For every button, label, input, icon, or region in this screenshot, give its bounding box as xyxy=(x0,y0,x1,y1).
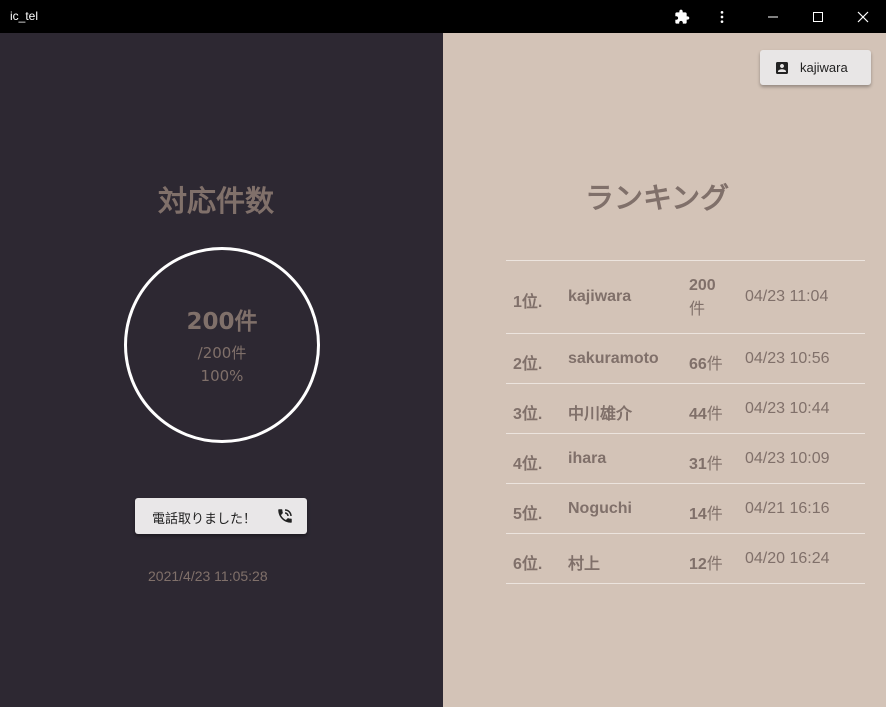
call-received-button-label: 電話取りました！ xyxy=(152,512,257,527)
ranking-count-unit: 件 xyxy=(706,456,723,473)
count-percent: 100% xyxy=(200,366,244,385)
account-box-icon xyxy=(774,60,790,80)
ranking-count-value: 66 xyxy=(689,356,707,373)
phone-callback-icon xyxy=(276,507,294,529)
ranking-time: 04/23 10:09 xyxy=(745,450,830,467)
ranking-count-unit: 件 xyxy=(706,406,723,423)
ranking-count-unit: 件 xyxy=(689,301,706,318)
user-button-label: kajiwara xyxy=(800,60,848,75)
ranking-name: 村上 xyxy=(568,556,601,573)
ranking-name: sakuramoto xyxy=(568,350,659,367)
ranking-count-value: 44 xyxy=(689,406,707,423)
progress-circle: 200件 /200件 100% xyxy=(124,247,320,443)
ranking-time: 04/21 16:16 xyxy=(745,500,830,517)
maximize-icon[interactable] xyxy=(795,0,841,33)
ranking-name: ihara xyxy=(568,450,607,467)
ranking-position: 2位. xyxy=(513,356,543,373)
ranking-count: 12件 xyxy=(689,550,737,574)
ranking-row: 1位. kajiwara 200 件 04/23 11:04 xyxy=(506,261,865,334)
ranking-row: 5位. Noguchi 14件 04/21 16:16 xyxy=(506,484,865,534)
left-panel: 対応件数 200件 /200件 100% 電話取りました！ 2021/4/23 … xyxy=(0,33,443,707)
ranking-count-value: 31 xyxy=(689,456,707,473)
ranking-count-unit: 件 xyxy=(706,556,723,573)
current-datetime: 2021/4/23 11:05:28 xyxy=(148,568,268,584)
progress-circle-content: 200件 /200件 100% xyxy=(127,250,317,440)
minimize-icon[interactable] xyxy=(750,0,796,33)
ranking-count: 66件 xyxy=(689,350,737,374)
user-button[interactable]: kajiwara xyxy=(760,50,871,85)
ranking-count-value: 12 xyxy=(689,556,707,573)
ranking-count: 14件 xyxy=(689,500,737,524)
call-received-button[interactable]: 電話取りました！ xyxy=(135,498,307,534)
count-main: 200件 xyxy=(186,308,258,335)
ranking-name: Noguchi xyxy=(568,500,632,517)
ranking-count: 31件 xyxy=(689,450,737,474)
ranking-row: 2位. sakuramoto 66件 04/23 10:56 xyxy=(506,334,865,384)
ranking-count-value: 14 xyxy=(689,506,707,523)
ranking-position: 1位. xyxy=(513,294,543,311)
count-heading: 対応件数 xyxy=(158,184,275,218)
ranking-position: 5位. xyxy=(513,506,543,523)
ranking-row: 3位. 中川雄介 44件 04/23 10:44 xyxy=(506,384,865,434)
ranking-time: 04/23 11:04 xyxy=(745,288,829,305)
window-titlebar: ic_tel xyxy=(0,0,886,33)
ranking-time: 04/23 10:56 xyxy=(745,350,830,367)
ranking-time: 04/20 16:24 xyxy=(745,550,830,567)
close-icon[interactable] xyxy=(840,0,886,33)
count-total: /200件 xyxy=(197,343,247,362)
ranking-heading: ランキング xyxy=(585,181,730,215)
ranking-count-unit: 件 xyxy=(706,506,723,523)
ranking-name: 中川雄介 xyxy=(568,406,633,423)
ranking-count: 44件 xyxy=(689,400,737,424)
ranking-position: 3位. xyxy=(513,406,543,423)
ranking-name: kajiwara xyxy=(568,288,632,305)
right-panel: kajiwara ランキング 1位. kajiwara 200 件 04/23 11:0… xyxy=(443,33,886,707)
ranking-time: 04/23 10:44 xyxy=(745,400,830,417)
more-vert-icon[interactable] xyxy=(699,0,745,33)
ranking-position: 4位. xyxy=(513,456,543,473)
ranking-row: 6位. 村上 12件 04/20 16:24 xyxy=(506,534,865,584)
window-title: ic_tel xyxy=(10,9,39,23)
ranking-count-value: 200 xyxy=(689,277,716,294)
ranking-table: 1位. kajiwara 200 件 04/23 11:04 2位. sakuramoto 6… xyxy=(506,260,865,584)
ranking-row: 4位. ihara 31件 04/23 10:09 xyxy=(506,434,865,484)
ranking-position: 6位. xyxy=(513,556,543,573)
ranking-count-unit: 件 xyxy=(706,356,723,373)
ranking-count: 200 件 xyxy=(689,274,737,322)
